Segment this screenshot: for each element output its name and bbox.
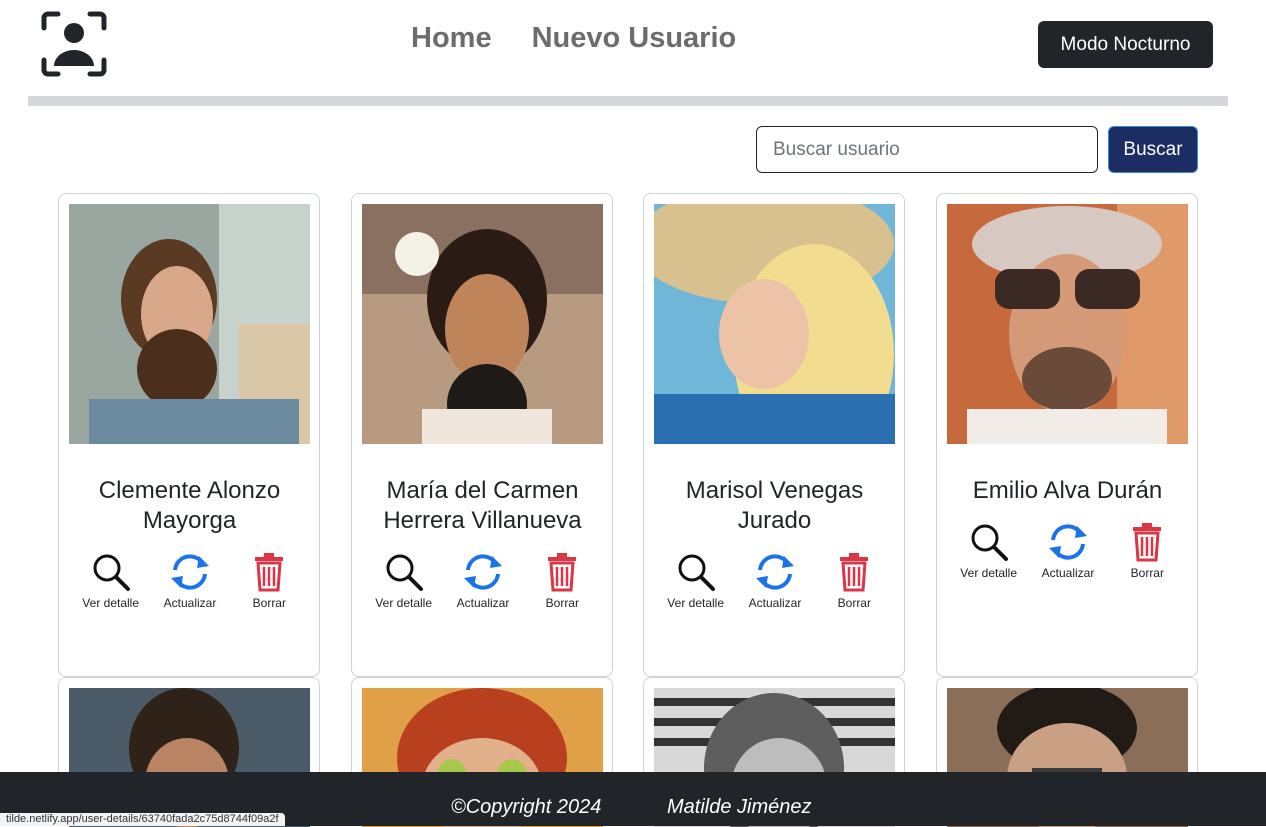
delete-label: Borrar [545, 596, 579, 610]
delete-button[interactable]: Borrar [527, 552, 597, 613]
user-card: María del Carmen Herrera Villanueva Ver … [351, 193, 613, 677]
delete-label: Borrar [1130, 566, 1164, 580]
refresh-icon [170, 554, 209, 590]
user-name: María del Carmen Herrera Villanueva [383, 477, 582, 534]
delete-button[interactable]: Borrar [234, 552, 304, 613]
view-detail-button[interactable]: Ver detalle [76, 552, 146, 613]
refresh-icon [755, 554, 794, 590]
user-card: Marisol Venegas Jurado Ver detalle Actua… [643, 193, 905, 677]
nav-links: Home Nuevo Usuario [411, 22, 736, 55]
refresh-icon [463, 554, 502, 590]
view-detail-label: Ver detalle [82, 596, 140, 610]
delete-button[interactable]: Borrar [819, 552, 889, 613]
header-divider [28, 96, 1228, 106]
night-mode-button[interactable]: Modo Nocturno [1038, 21, 1213, 68]
card-actions: Ver detalle Actualizar Borrar [937, 522, 1199, 583]
update-button[interactable]: Actualizar [155, 552, 225, 613]
nav-new-user-link[interactable]: Nuevo Usuario [532, 22, 737, 55]
user-photo [947, 204, 1188, 444]
card-actions: Ver detalle Actualizar Borrar [644, 552, 906, 613]
user-name: Marisol Venegas Jurado [685, 477, 864, 534]
magnifier-icon [93, 554, 130, 591]
search-button[interactable]: Buscar [1108, 126, 1198, 173]
user-name: Clemente Alonzo Mayorga [98, 477, 281, 534]
refresh-icon [1048, 524, 1087, 560]
update-button[interactable]: Actualizar [740, 552, 810, 613]
user-scan-logo-icon[interactable] [40, 10, 108, 78]
delete-label: Borrar [837, 596, 871, 610]
update-label: Actualizar [456, 596, 510, 610]
update-label: Actualizar [1041, 566, 1095, 580]
trash-icon [1133, 523, 1162, 562]
user-photo [654, 204, 895, 444]
card-actions: Ver detalle Actualizar Borrar [59, 552, 321, 613]
user-name: Emilio Alva Durán [972, 477, 1163, 504]
view-detail-button[interactable]: Ver detalle [369, 552, 439, 613]
user-photo [69, 204, 310, 444]
update-label: Actualizar [163, 596, 217, 610]
navbar: Home Nuevo Usuario Modo Nocturno [0, 0, 1266, 96]
update-button[interactable]: Actualizar [448, 552, 518, 613]
delete-button[interactable]: Borrar [1112, 522, 1182, 583]
trash-icon [548, 553, 577, 592]
update-button[interactable]: Actualizar [1033, 522, 1103, 583]
user-photo [362, 204, 603, 444]
trash-icon [255, 553, 284, 592]
magnifier-icon [386, 554, 423, 591]
footer-copyright: ©Copyright 2024 [451, 796, 602, 818]
user-card: Clemente Alonzo Mayorga Ver detalle Actu… [58, 193, 320, 677]
view-detail-button[interactable]: Ver detalle [954, 522, 1024, 583]
view-detail-button[interactable]: Ver detalle [661, 552, 731, 613]
trash-icon [840, 553, 869, 592]
nav-home-link[interactable]: Home [411, 22, 492, 55]
footer-author: Matilde Jiménez [667, 796, 812, 818]
magnifier-icon [678, 554, 715, 591]
view-detail-label: Ver detalle [960, 566, 1018, 580]
link-status-url: tilde.netlify.app/user-details/63740fada… [0, 813, 285, 826]
view-detail-label: Ver detalle [667, 596, 725, 610]
magnifier-icon [971, 524, 1008, 561]
update-label: Actualizar [748, 596, 802, 610]
search-input[interactable] [756, 126, 1098, 173]
card-actions: Ver detalle Actualizar Borrar [352, 552, 614, 613]
view-detail-label: Ver detalle [375, 596, 433, 610]
delete-label: Borrar [252, 596, 286, 610]
user-card: Emilio Alva Durán Ver detalle Actualizar… [936, 193, 1198, 677]
